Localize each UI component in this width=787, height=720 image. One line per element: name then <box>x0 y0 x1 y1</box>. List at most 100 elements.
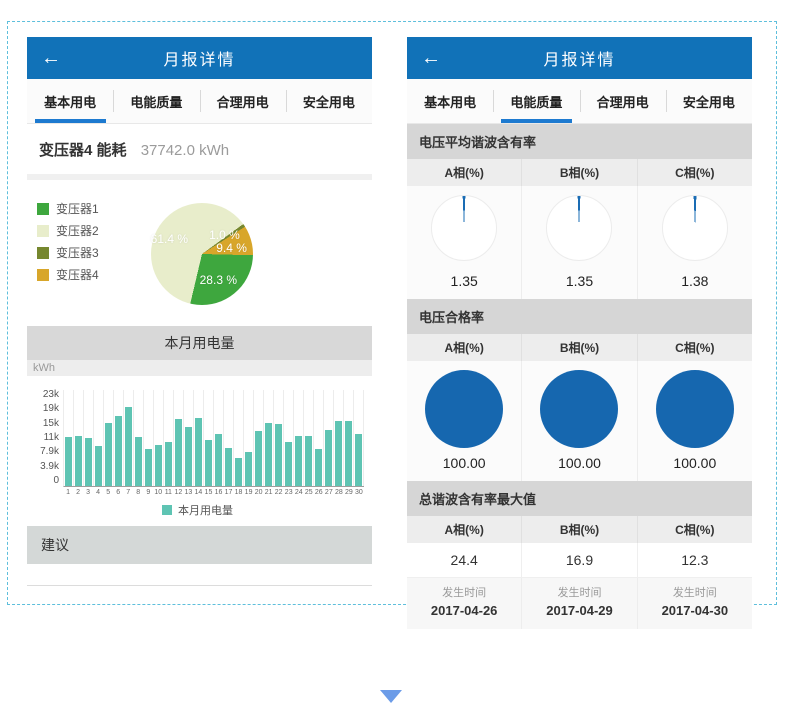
x-tick-label: 5 <box>103 489 113 496</box>
pie-slice-label: 61.4 % <box>151 232 188 246</box>
full-circle-chart <box>425 370 503 448</box>
tab-1[interactable]: 基本用电 <box>407 79 493 123</box>
phase-column-label: C相(%) <box>637 334 752 361</box>
month-usage-section-header: 本月用电量 <box>27 326 372 360</box>
phase-column-label: C相(%) <box>637 159 752 186</box>
tab-3[interactable]: 合理用电 <box>200 79 286 123</box>
x-tick-label: 10 <box>153 489 163 496</box>
back-arrow-icon[interactable]: ← <box>421 48 441 68</box>
gauge-cell: 1.35 <box>407 186 521 299</box>
x-tick-label: 16 <box>213 489 223 496</box>
bar-cell <box>84 390 94 486</box>
bar-cell <box>204 390 214 486</box>
legend-swatch-icon <box>37 225 49 237</box>
pie-slice-label: 28.3 % <box>200 273 237 287</box>
gauge-value: 1.35 <box>451 273 478 289</box>
bar-cell <box>214 390 224 486</box>
bar-day-14 <box>195 418 202 486</box>
gauge-cell: 100.00 <box>637 361 752 481</box>
left-screen: ← 月报详情 基本用电电能质量合理用电安全用电 变压器4 能耗 37742.0 … <box>27 37 372 586</box>
bar-cell <box>74 390 84 486</box>
tab-3[interactable]: 合理用电 <box>580 79 666 123</box>
left-tab-bar: 基本用电电能质量 合理用电 安全用电 <box>27 79 372 124</box>
bar-day-22 <box>275 424 282 486</box>
bar-day-25 <box>305 436 312 486</box>
bar-cell <box>244 390 254 486</box>
bar-day-29 <box>345 421 352 486</box>
transformer-pie-section: 变压器1变压器2变压器3变压器4 61.4 %1.0 %9.4 %28.3 % <box>27 180 372 326</box>
phase-column-label: B相(%) <box>521 516 636 543</box>
power-quality-sections: 电压平均谐波含有率A相(%)B相(%)C相(%)1.351.351.38电压合格… <box>407 124 752 629</box>
x-tick-label: 6 <box>113 489 123 496</box>
bar-day-8 <box>135 437 142 486</box>
bar-cell <box>124 390 134 486</box>
x-tick-label: 11 <box>163 489 173 496</box>
section-header-2: 电压合格率 <box>407 299 752 334</box>
tab-label: 安全用电 <box>303 92 355 111</box>
chart-unit-label: kWh <box>27 360 372 376</box>
gauge-cell: 1.35 <box>521 186 636 299</box>
bar-cell <box>184 390 194 486</box>
x-tick-label: 19 <box>244 489 254 496</box>
needle-gauge-chart <box>662 195 728 261</box>
pie-legend: 变压器1变压器2变压器3变压器4 <box>37 200 99 288</box>
y-tick-label: 19k <box>31 404 59 414</box>
legend-label: 变压器1 <box>56 200 99 217</box>
tab-1[interactable]: 基本用电 <box>27 79 113 123</box>
bar-cell <box>294 390 304 486</box>
tab-label: 安全用电 <box>683 92 735 111</box>
tab-2[interactable]: 电能质量 <box>113 79 199 123</box>
bar-cell <box>304 390 314 486</box>
bar-chart-legend: 本月用电量 <box>31 502 364 518</box>
gauge-cell: 100.00 <box>521 361 636 481</box>
x-tick-label: 25 <box>304 489 314 496</box>
occurrence-date: 2017-04-29 <box>546 603 613 618</box>
bar-day-30 <box>355 434 362 486</box>
bar-day-20 <box>255 431 262 486</box>
tab-label: 电能质量 <box>510 92 562 111</box>
down-triangle-icon <box>380 690 402 703</box>
back-arrow-icon[interactable]: ← <box>41 48 61 68</box>
needle-gauge-chart <box>431 195 497 261</box>
y-tick-label: 3.9k <box>31 462 59 472</box>
phase-column-label: B相(%) <box>521 159 636 186</box>
x-tick-label: 29 <box>344 489 354 496</box>
active-tab-underline <box>501 119 572 123</box>
tab-label: 电能质量 <box>130 92 182 111</box>
bar-day-7 <box>125 407 132 486</box>
occurrence-date: 2017-04-26 <box>431 603 498 618</box>
x-tick-label: 2 <box>73 489 83 496</box>
legend-label: 本月用电量 <box>178 502 233 518</box>
x-tick-label: 18 <box>234 489 244 496</box>
y-tick-label: 11k <box>31 433 59 443</box>
max-value: 16.9 <box>521 543 636 577</box>
phase-column-headers: A相(%)B相(%)C相(%) <box>407 159 752 186</box>
gauge-value: 100.00 <box>443 455 486 471</box>
bar-cell <box>334 390 344 486</box>
tab-4[interactable]: 安全用电 <box>666 79 752 123</box>
bar-day-3 <box>85 438 92 486</box>
tab-2[interactable]: 电能质量 <box>493 79 579 123</box>
full-circle-chart <box>540 370 618 448</box>
bar-day-17 <box>225 448 232 486</box>
bar-cell <box>154 390 164 486</box>
gauge-value: 1.35 <box>566 273 593 289</box>
bar-day-12 <box>175 419 182 486</box>
x-tick-label: 30 <box>354 489 364 496</box>
x-tick-label: 12 <box>173 489 183 496</box>
bar-cell <box>284 390 294 486</box>
tab-4[interactable]: 安全用电 <box>286 79 372 123</box>
active-tab-underline <box>35 119 106 123</box>
bar-cell <box>264 390 274 486</box>
bar-day-18 <box>235 458 242 486</box>
y-tick-label: 23k <box>31 390 59 400</box>
phase-column-label: C相(%) <box>637 516 752 543</box>
bar-day-24 <box>295 436 302 486</box>
bar-day-4 <box>95 446 102 487</box>
legend-swatch-icon <box>37 247 49 259</box>
occurrence-date: 2017-04-30 <box>662 603 729 618</box>
tab-label: 合理用电 <box>217 92 269 111</box>
pie-slice-label: 9.4 % <box>216 241 247 255</box>
legend-label: 变压器4 <box>56 266 99 283</box>
bar-cell <box>224 390 234 486</box>
